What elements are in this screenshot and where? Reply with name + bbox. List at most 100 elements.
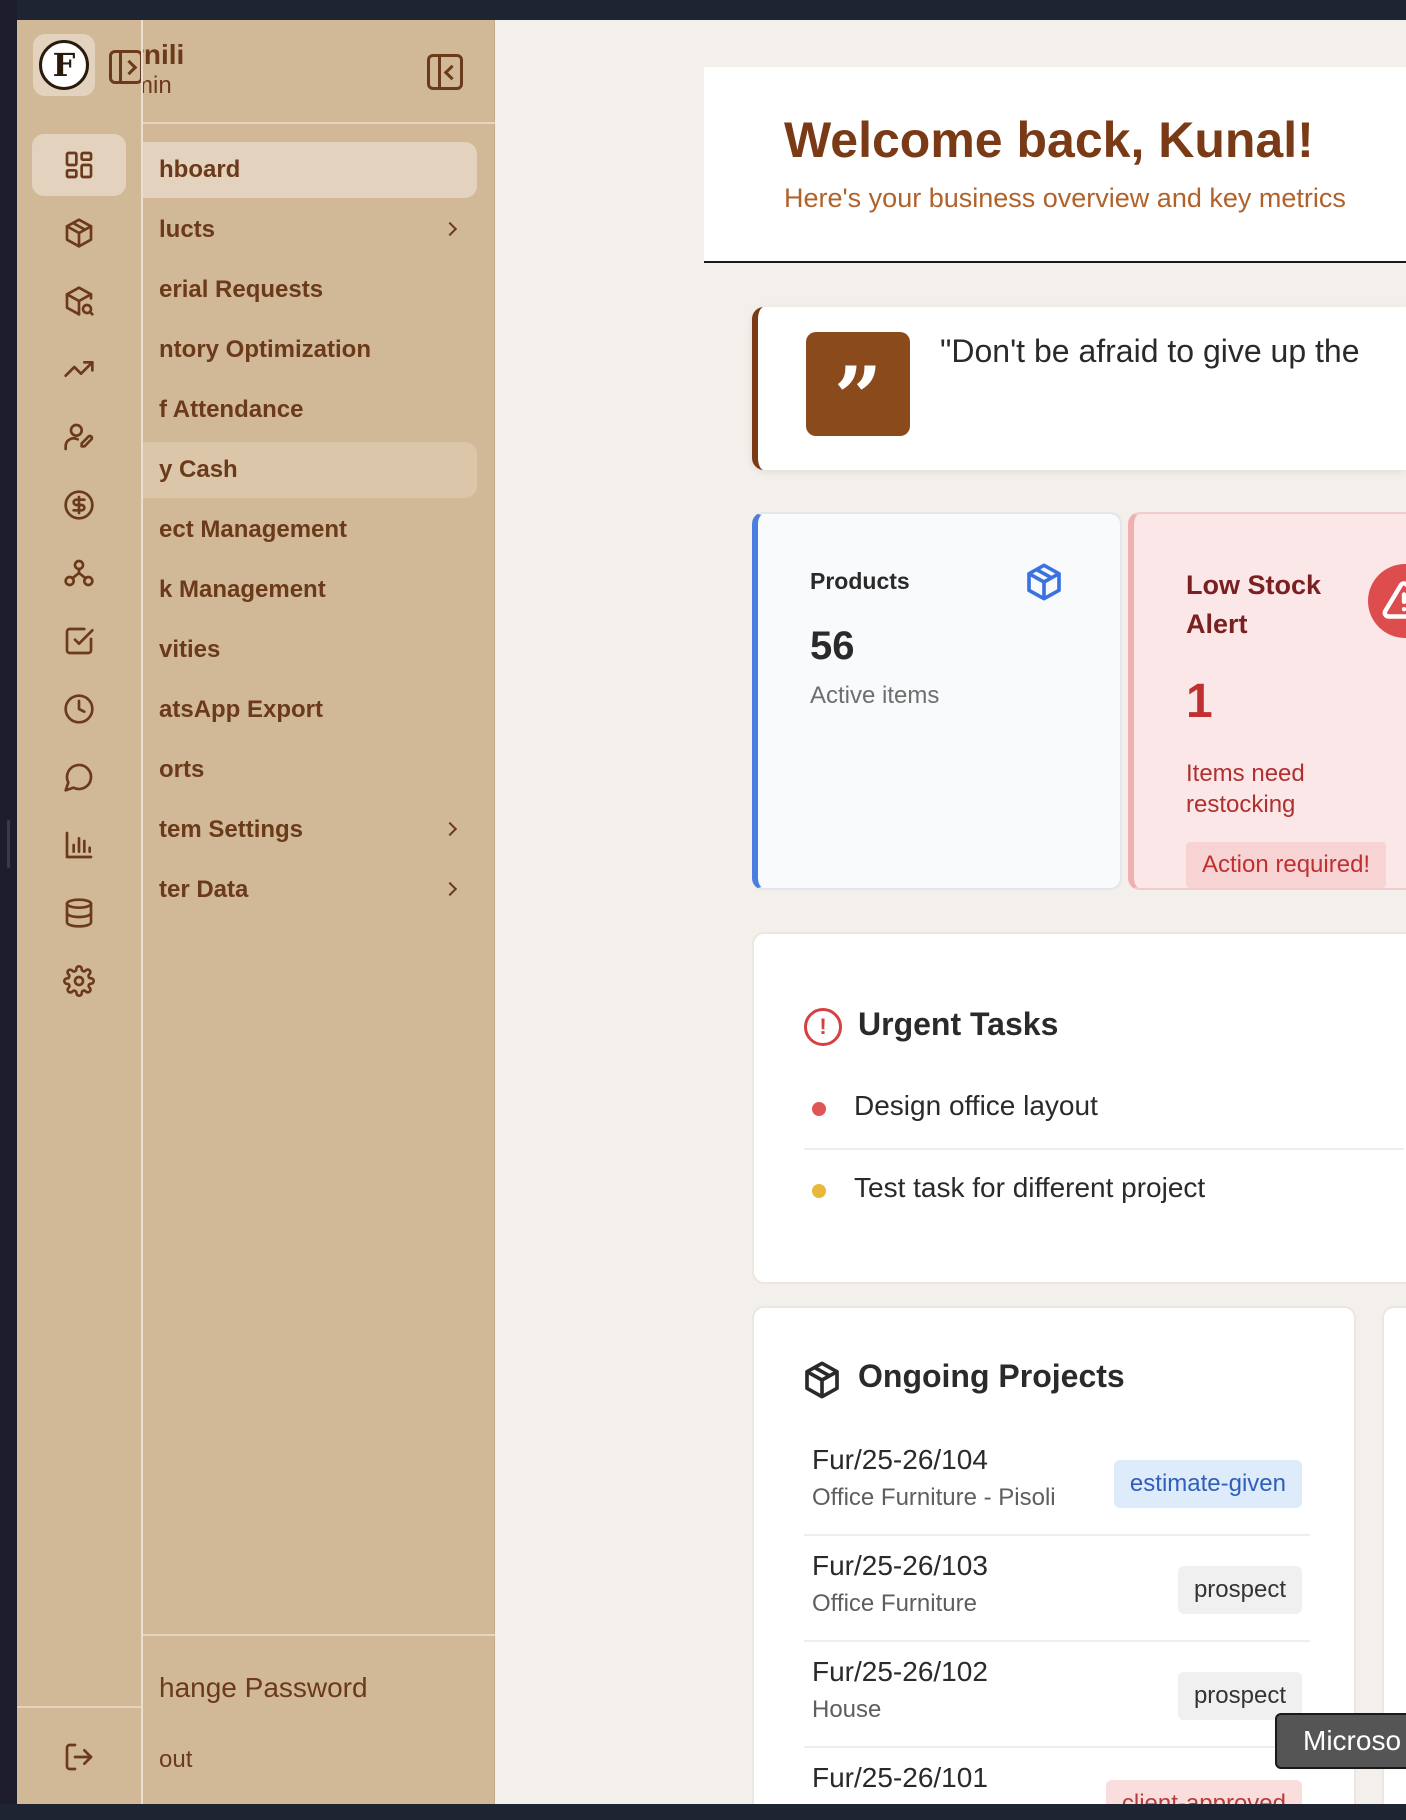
quote-icon: ” <box>806 332 910 440</box>
project-row[interactable]: Fur/25-26/101 client-approved <box>804 1748 1310 1804</box>
task-item[interactable]: Test task for different project <box>804 1150 1404 1232</box>
priority-dot <box>812 1102 826 1116</box>
sidebar-item-system-settings[interactable]: tem Settings <box>117 802 477 858</box>
quote-card: ” "Don't be afraid to give up the <box>752 307 1406 470</box>
project-name: House <box>812 1696 882 1723</box>
sidebar-item-label: f Attendance <box>159 396 304 423</box>
sidebar-item-label: tem Settings <box>159 816 304 843</box>
products-stat-card[interactable]: Products 56 Active items <box>752 512 1122 890</box>
project-code: Fur/25-26/102 <box>812 1656 988 1687</box>
chevron-right-icon <box>442 821 458 837</box>
user-pen-icon[interactable] <box>32 406 126 468</box>
trending-up-icon[interactable] <box>32 338 126 400</box>
sidebar-item-staff-attendance[interactable]: f Attendance <box>117 382 477 438</box>
package-icon[interactable] <box>32 202 126 264</box>
low-stock-stat-card[interactable]: Low Stock Alert 1 Items need restocking … <box>1128 512 1406 890</box>
sidebar-divider <box>141 122 495 124</box>
sidebar-item-label: hboard <box>159 156 241 183</box>
app-logo[interactable]: F <box>33 34 95 96</box>
package-icon <box>1024 562 1064 602</box>
sidebar-item-label: ntory Optimization <box>159 336 371 363</box>
status-badge: prospect <box>1177 1566 1302 1614</box>
window-top-bar <box>0 0 1406 20</box>
chevron-right-icon <box>442 221 458 237</box>
status-badge: estimate-given <box>1113 1460 1302 1508</box>
taskbar-tooltip: Microso <box>1275 1713 1406 1769</box>
message-circle-icon[interactable] <box>32 746 126 808</box>
sidebar-item-label: erial Requests <box>159 276 324 303</box>
welcome-header: Welcome back, Kunal! Here's your busines… <box>704 67 1406 263</box>
dashboard-icon[interactable] <box>32 134 126 196</box>
package-icon <box>802 1360 842 1400</box>
bar-chart-icon[interactable] <box>32 814 126 876</box>
project-row[interactable]: Fur/25-26/102 House prospect <box>804 1642 1310 1748</box>
action-required-badge: Action required! <box>1186 842 1387 888</box>
rail-divider <box>17 1706 141 1708</box>
project-row[interactable]: Fur/25-26/104 Office Furniture - Pisoli … <box>804 1430 1310 1536</box>
logo-letter: F <box>39 40 89 90</box>
dollar-circle-icon[interactable] <box>32 474 126 536</box>
priority-dot <box>812 1184 826 1198</box>
collapse-sidebar-button[interactable] <box>427 54 463 90</box>
stat-value: 56 <box>810 624 855 668</box>
project-code: Fur/25-26/101 <box>812 1762 988 1793</box>
project-row[interactable]: Fur/25-26/103 Office Furniture prospect <box>804 1536 1310 1642</box>
change-password-button[interactable]: hange Password <box>117 1668 477 1708</box>
sidebar-item-label: atsApp Export <box>159 696 324 723</box>
sidebar-item-task-management[interactable]: k Management <box>117 562 477 618</box>
sidebar-item-label: vities <box>159 636 221 663</box>
sidebar-item-master-data[interactable]: ter Data <box>117 862 477 918</box>
clock-icon[interactable] <box>32 678 126 740</box>
sidebar-item-petty-cash[interactable]: y Cash <box>117 442 477 498</box>
check-square-icon[interactable] <box>32 610 126 672</box>
stat-subtext: Items need restocking <box>1186 760 1305 818</box>
sidebar-item-label: orts <box>159 756 205 783</box>
project-code: Fur/25-26/104 <box>812 1444 988 1475</box>
sidebar-item-label: lucts <box>159 216 216 243</box>
stat-value: 1 <box>1186 675 1213 728</box>
app-window: rnili min hboard lucts erial Requests nt… <box>17 20 1406 1804</box>
logout-button[interactable]: out <box>117 1740 477 1780</box>
expand-sidebar-button[interactable] <box>109 50 141 84</box>
alert-circle-icon: ! <box>804 1008 842 1046</box>
sidebar-item-activities[interactable]: vities <box>117 622 477 678</box>
network-icon[interactable] <box>32 542 126 604</box>
sidebar-item-inventory-optimization[interactable]: ntory Optimization <box>117 322 477 378</box>
database-icon[interactable] <box>32 882 126 944</box>
task-text: Test task for different project <box>854 1172 1206 1203</box>
quote-text: "Don't be afraid to give up the <box>940 333 1360 369</box>
sidebar-item-products[interactable]: lucts <box>117 202 477 258</box>
card-title: Urgent Tasks <box>858 1006 1059 1042</box>
project-name: Office Furniture - Pisoli <box>812 1484 1056 1511</box>
sidebar-item-whatsapp-export[interactable]: atsApp Export <box>117 682 477 738</box>
sidebar-item-label: k Management <box>159 576 326 603</box>
project-code: Fur/25-26/103 <box>812 1550 988 1581</box>
page-subtitle: Here's your business overview and key me… <box>784 183 1346 213</box>
task-item[interactable]: Design office layout <box>804 1068 1404 1150</box>
alert-triangle-icon <box>1368 564 1406 638</box>
stat-label: Low Stock Alert <box>1186 570 1322 639</box>
sidebar-item-dashboard[interactable]: hboard <box>117 142 477 198</box>
status-badge: client-approved <box>1105 1780 1302 1804</box>
sidebar-item-project-management[interactable]: ect Management <box>117 502 477 558</box>
project-name: Office Furniture <box>812 1590 977 1617</box>
window-left-edge <box>0 0 17 1820</box>
sidebar-item-material-requests[interactable]: erial Requests <box>117 262 477 318</box>
package-search-icon[interactable] <box>32 270 126 332</box>
sidebar-item-reports[interactable]: orts <box>117 742 477 798</box>
urgent-tasks-card: ! Urgent Tasks Design office layout Test… <box>752 932 1406 1284</box>
sidebar-item-label: y Cash <box>159 456 238 483</box>
icon-rail: F <box>17 20 143 1804</box>
stat-subtext: Active items <box>810 682 940 709</box>
task-text: Design office layout <box>854 1090 1098 1121</box>
sidebar-item-label: ter Data <box>159 876 249 903</box>
log-out-icon[interactable] <box>32 1726 126 1788</box>
page-title: Welcome back, Kunal! <box>784 112 1314 168</box>
resize-handle[interactable] <box>7 820 10 868</box>
window-bottom-bar <box>0 1804 1406 1820</box>
stat-label: Products <box>810 568 910 594</box>
sidebar-item-label: ect Management <box>159 516 348 543</box>
chevron-right-icon <box>442 881 458 897</box>
card-title: Ongoing Projects <box>858 1358 1125 1394</box>
settings-icon[interactable] <box>32 950 126 1012</box>
